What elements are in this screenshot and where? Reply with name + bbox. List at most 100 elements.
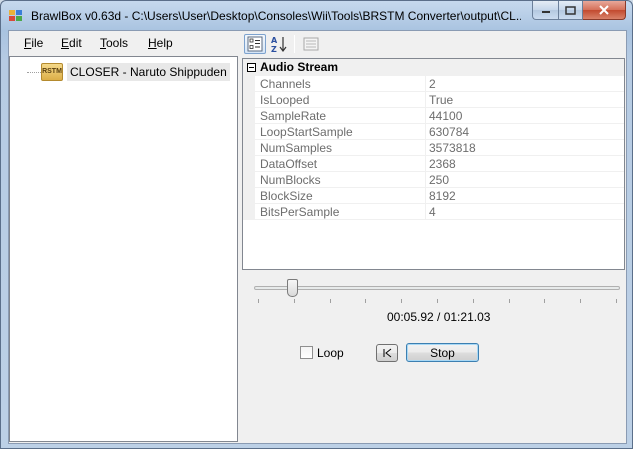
property-divider <box>425 92 426 108</box>
property-pages-button[interactable] <box>300 34 322 54</box>
rstm-file-icon: RSTM <box>41 63 63 81</box>
property-name: SampleRate <box>260 109 327 123</box>
tree-node-label[interactable]: CLOSER - Naruto Shippuden <box>67 63 230 81</box>
window-title: BrawlBox v0.63d - C:\Users\User\Desktop\… <box>31 9 521 23</box>
property-name: BlockSize <box>260 189 313 203</box>
property-divider <box>425 172 426 188</box>
property-value[interactable]: 4 <box>429 205 436 219</box>
property-name: IsLooped <box>260 93 310 107</box>
menu-edit-label: dit <box>69 36 82 50</box>
property-divider <box>425 108 426 124</box>
right-panel: A Z Audio Stream Channels 2 IsLooped Tru… <box>242 31 626 443</box>
menu-edit[interactable]: Edit <box>61 36 82 50</box>
slider-tick <box>544 299 546 303</box>
app-icon-square <box>16 16 22 21</box>
left-panel: File Edit Tools Help RSTM CLOSER - Narut… <box>9 31 238 443</box>
property-row-margin <box>243 188 255 204</box>
title-bar[interactable]: BrawlBox v0.63d - C:\Users\User\Desktop\… <box>1 1 632 30</box>
svg-text:A: A <box>271 36 278 45</box>
slider-tick <box>508 299 510 303</box>
property-divider <box>425 76 426 92</box>
property-row-margin <box>243 76 255 92</box>
app-icon[interactable] <box>9 10 23 22</box>
slider-tick <box>616 299 617 303</box>
property-divider <box>425 156 426 172</box>
menu-file-label: ile <box>31 36 44 50</box>
property-grid-toolbar: A Z <box>242 31 626 57</box>
menu-tools-label: ools <box>106 36 129 50</box>
app-window: BrawlBox v0.63d - C:\Users\User\Desktop\… <box>0 0 633 449</box>
categorized-button[interactable] <box>244 34 266 54</box>
slider-tick <box>365 299 367 303</box>
app-icon-square <box>9 10 15 15</box>
svg-text:Z: Z <box>271 45 277 53</box>
property-divider <box>425 188 426 204</box>
property-row[interactable]: DataOffset 2368 <box>243 156 624 172</box>
seek-slider-track[interactable] <box>254 286 620 290</box>
loop-checkbox[interactable] <box>300 346 313 359</box>
property-row-margin <box>243 140 255 156</box>
toolbar-separator <box>294 35 295 53</box>
close-icon <box>599 5 609 15</box>
menu-file[interactable]: File <box>24 36 43 50</box>
property-divider <box>425 140 426 156</box>
property-value[interactable]: 8192 <box>429 189 456 203</box>
loop-label: Loop <box>317 346 344 360</box>
menu-tools[interactable]: Tools <box>100 36 128 50</box>
category-label: Audio Stream <box>260 60 339 74</box>
property-value[interactable]: 44100 <box>429 109 462 123</box>
property-value[interactable]: True <box>429 93 453 107</box>
seek-slider-thumb[interactable] <box>287 279 299 297</box>
property-row[interactable]: SampleRate 44100 <box>243 108 624 124</box>
maximize-icon <box>565 5 576 15</box>
maximize-button[interactable] <box>558 1 583 20</box>
property-row[interactable]: NumBlocks 250 <box>243 172 624 188</box>
category-row[interactable]: Audio Stream <box>243 59 624 76</box>
property-row-margin <box>243 204 255 220</box>
property-row[interactable]: Channels 2 <box>243 76 624 92</box>
client-area: File Edit Tools Help RSTM CLOSER - Narut… <box>8 30 627 444</box>
slider-tick <box>401 299 403 303</box>
slider-tick <box>437 299 438 303</box>
property-value[interactable]: 250 <box>429 173 449 187</box>
property-value[interactable]: 3573818 <box>429 141 476 155</box>
property-row[interactable]: LoopStartSample 630784 <box>243 124 624 140</box>
property-value[interactable]: 2 <box>429 77 436 91</box>
rewind-icon <box>383 348 392 358</box>
menu-edit-mnemonic: E <box>61 36 70 50</box>
property-row[interactable]: IsLooped True <box>243 92 624 108</box>
minimize-button[interactable] <box>532 1 558 20</box>
property-divider <box>425 204 426 220</box>
property-name: Channels <box>260 77 311 91</box>
stop-button[interactable]: Stop <box>406 343 479 362</box>
property-row[interactable]: NumSamples 3573818 <box>243 140 624 156</box>
menu-help-label: elp <box>156 36 173 50</box>
slider-tick <box>472 299 474 303</box>
app-icon-square <box>9 16 15 21</box>
property-row-margin <box>243 172 255 188</box>
property-value[interactable]: 2368 <box>429 157 456 171</box>
slider-tick <box>293 299 295 303</box>
property-name: NumSamples <box>260 141 333 155</box>
property-row-margin <box>243 108 255 124</box>
sort-alphabetical-button[interactable]: A Z <box>268 34 290 54</box>
property-grid[interactable]: Audio Stream Channels 2 IsLooped True Sample… <box>242 58 625 270</box>
sort-az-icon: A Z <box>271 36 287 53</box>
property-row[interactable]: BlockSize 8192 <box>243 188 624 204</box>
caption-buttons <box>532 1 626 21</box>
close-button[interactable] <box>583 1 626 20</box>
minimize-icon <box>541 11 550 13</box>
menu-bar: File Edit Tools Help <box>9 31 238 55</box>
property-row[interactable]: BitsPerSample 4 <box>243 204 624 220</box>
rewind-button[interactable] <box>376 344 398 362</box>
app-icon-square <box>16 10 22 15</box>
property-value[interactable]: 630784 <box>429 125 469 139</box>
collapse-icon[interactable] <box>247 63 256 72</box>
property-row-margin <box>243 92 255 108</box>
menu-help[interactable]: Help <box>148 36 173 50</box>
slider-tick <box>580 299 582 303</box>
tree-node[interactable]: RSTM CLOSER - Naruto Shippuden <box>10 63 237 81</box>
categorized-icon <box>247 36 263 52</box>
property-row-margin <box>243 124 255 140</box>
resource-tree[interactable]: RSTM CLOSER - Naruto Shippuden <box>9 56 238 442</box>
